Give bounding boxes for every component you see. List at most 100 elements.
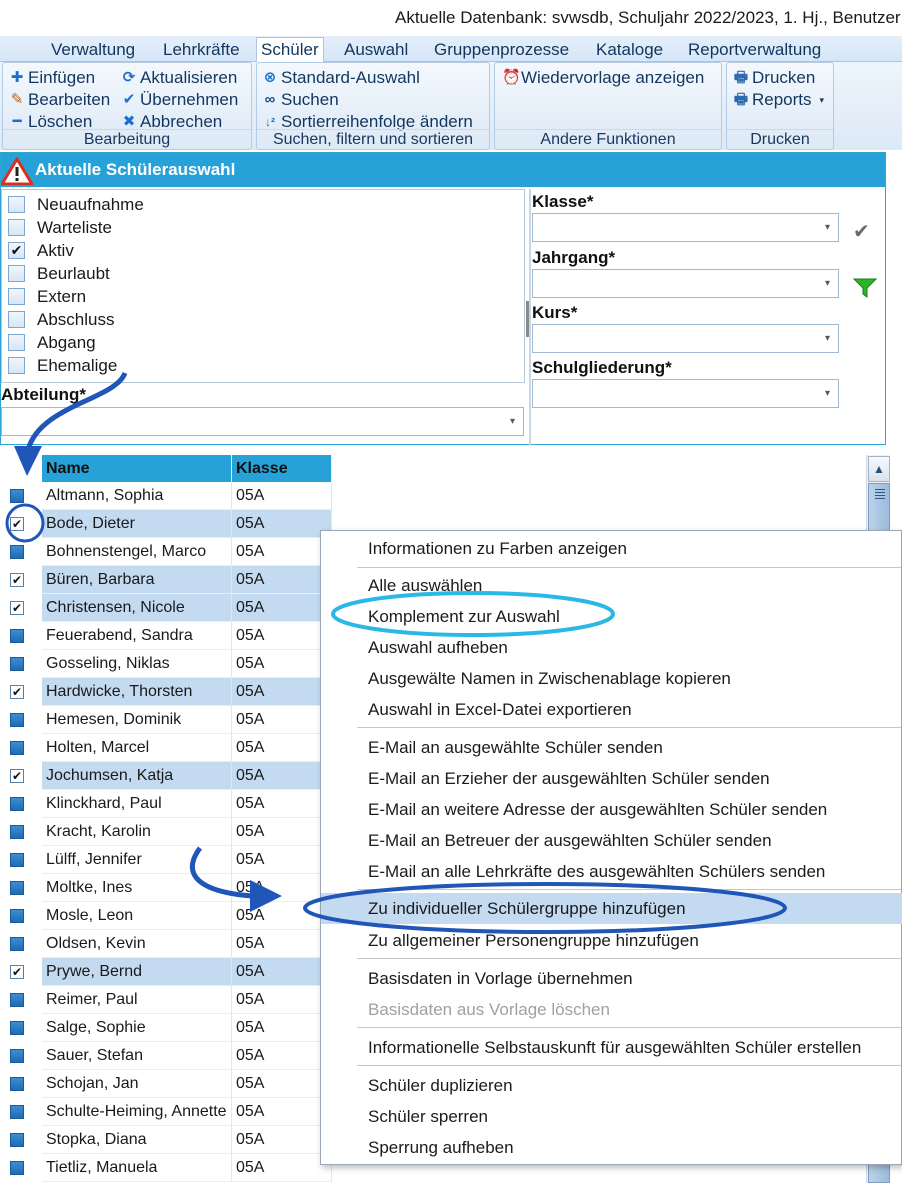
table-row[interactable]: Bohnenstengel, Marco 05A bbox=[0, 538, 332, 566]
table-row[interactable]: Klinckhard, Paul 05A bbox=[0, 790, 332, 818]
cell-name[interactable]: Salge, Sophie bbox=[42, 1014, 232, 1042]
row-checkbox[interactable] bbox=[10, 1133, 24, 1147]
einfuegen-button[interactable]: ✚ Einfügen bbox=[9, 67, 95, 89]
cell-klasse[interactable]: 05A bbox=[232, 678, 332, 706]
row-select-cell[interactable] bbox=[0, 538, 42, 566]
row-select-cell[interactable]: ✔ bbox=[0, 566, 42, 594]
table-row[interactable]: Hemesen, Dominik 05A bbox=[0, 706, 332, 734]
row-select-cell[interactable] bbox=[0, 650, 42, 678]
checkbox[interactable] bbox=[8, 357, 25, 374]
row-select-cell[interactable] bbox=[0, 902, 42, 930]
cell-name[interactable]: Kracht, Karolin bbox=[42, 818, 232, 846]
menu-item-zwischenablage[interactable]: Ausgewälte Namen in Zwischenablage kopie… bbox=[321, 663, 902, 694]
menu-item-alle-auswaehlen[interactable]: Alle auswählen bbox=[321, 570, 902, 601]
cell-klasse[interactable]: 05A bbox=[232, 1070, 332, 1098]
cell-name[interactable]: Mosle, Leon bbox=[42, 902, 232, 930]
table-row[interactable]: ✔ Büren, Barbara 05A bbox=[0, 566, 332, 594]
cell-klasse[interactable]: 05A bbox=[232, 510, 332, 538]
menu-item-excel-export[interactable]: Auswahl in Excel-Datei exportieren bbox=[321, 694, 902, 725]
cell-name[interactable]: Prywe, Bernd bbox=[42, 958, 232, 986]
table-row[interactable]: Schulte-Heiming, Annette 05A bbox=[0, 1098, 332, 1126]
cell-name[interactable]: Gosseling, Niklas bbox=[42, 650, 232, 678]
scroll-up-arrow-icon[interactable]: ▲ bbox=[868, 456, 890, 482]
cell-name[interactable]: Feuerabend, Sandra bbox=[42, 622, 232, 650]
menu-item-komplement[interactable]: Komplement zur Auswahl bbox=[321, 601, 902, 632]
cell-klasse[interactable]: 05A bbox=[232, 650, 332, 678]
status-ehemalige[interactable]: Ehemalige bbox=[8, 354, 117, 377]
table-row[interactable]: Lülff, Jennifer 05A bbox=[0, 846, 332, 874]
row-select-cell[interactable] bbox=[0, 706, 42, 734]
cell-klasse[interactable]: 05A bbox=[232, 986, 332, 1014]
jahrgang-combo[interactable]: ▾ bbox=[532, 269, 839, 298]
cell-name[interactable]: Bode, Dieter bbox=[42, 510, 232, 538]
checkbox[interactable] bbox=[8, 196, 25, 213]
table-row[interactable]: Schojan, Jan 05A bbox=[0, 1070, 332, 1098]
row-checkbox[interactable] bbox=[10, 881, 24, 895]
cell-klasse[interactable]: 05A bbox=[232, 930, 332, 958]
status-abschluss[interactable]: Abschluss bbox=[8, 308, 114, 331]
menu-item-basisdaten-uebernehmen[interactable]: Basisdaten in Vorlage übernehmen bbox=[321, 963, 902, 994]
table-row[interactable]: ✔ Jochumsen, Katja 05A bbox=[0, 762, 332, 790]
row-select-cell[interactable] bbox=[0, 734, 42, 762]
row-checkbox[interactable] bbox=[10, 1021, 24, 1035]
cell-name[interactable]: Hemesen, Dominik bbox=[42, 706, 232, 734]
row-select-cell[interactable]: ✔ ▶ bbox=[0, 510, 42, 538]
row-select-cell[interactable] bbox=[0, 818, 42, 846]
table-row[interactable]: ✔ Hardwicke, Thorsten 05A bbox=[0, 678, 332, 706]
row-checkbox[interactable] bbox=[10, 489, 24, 503]
row-checkbox[interactable] bbox=[10, 545, 24, 559]
row-select-cell[interactable] bbox=[0, 790, 42, 818]
cell-klasse[interactable]: 05A bbox=[232, 762, 332, 790]
row-select-cell[interactable] bbox=[0, 930, 42, 958]
reports-button[interactable]: 🖶 Reports ▾ bbox=[733, 89, 824, 111]
menu-item-sperren[interactable]: Schüler sperren bbox=[321, 1101, 902, 1132]
cell-klasse[interactable]: 05A bbox=[232, 482, 332, 510]
table-row[interactable]: Feuerabend, Sandra 05A bbox=[0, 622, 332, 650]
cell-klasse[interactable]: 05A bbox=[232, 566, 332, 594]
checkbox[interactable] bbox=[8, 219, 25, 236]
tab-auswahl[interactable]: Auswahl bbox=[340, 38, 412, 62]
status-aktiv[interactable]: ✔ Aktiv bbox=[8, 239, 74, 262]
menu-item-selbstauskunft[interactable]: Informationelle Selbstauskunft für ausge… bbox=[321, 1032, 902, 1063]
cell-name[interactable]: Hardwicke, Thorsten bbox=[42, 678, 232, 706]
cell-klasse[interactable]: 05A bbox=[232, 958, 332, 986]
row-select-cell[interactable] bbox=[0, 1154, 42, 1182]
klasse-combo[interactable]: ▾ bbox=[532, 213, 839, 242]
status-warteliste[interactable]: Warteliste bbox=[8, 216, 112, 239]
cell-klasse[interactable]: 05A bbox=[232, 1098, 332, 1126]
suchen-button[interactable]: ∞ Suchen bbox=[262, 89, 339, 111]
table-row[interactable]: ✔ Prywe, Bernd 05A bbox=[0, 958, 332, 986]
row-checkbox[interactable] bbox=[10, 1161, 24, 1175]
row-checkbox[interactable] bbox=[10, 853, 24, 867]
status-extern[interactable]: Extern bbox=[8, 285, 86, 308]
row-select-cell[interactable] bbox=[0, 846, 42, 874]
bearbeiten-button[interactable]: ✎ Bearbeiten bbox=[9, 89, 111, 111]
cell-name[interactable]: Klinckhard, Paul bbox=[42, 790, 232, 818]
row-checkbox-checked[interactable]: ✔ bbox=[10, 685, 24, 699]
cell-klasse[interactable]: 05A bbox=[232, 846, 332, 874]
tab-reportverwaltung[interactable]: Reportverwaltung bbox=[684, 38, 825, 62]
row-checkbox-checked[interactable]: ✔ bbox=[10, 601, 24, 615]
menu-item-individuelle-gruppe[interactable]: Zu individueller Schülergruppe hinzufüge… bbox=[321, 893, 902, 924]
checkbox[interactable] bbox=[8, 311, 25, 328]
row-checkbox-checked[interactable]: ✔ bbox=[10, 965, 24, 979]
row-checkbox[interactable] bbox=[10, 909, 24, 923]
row-select-cell[interactable]: ✔ bbox=[0, 594, 42, 622]
menu-item-duplizieren[interactable]: Schüler duplizieren bbox=[321, 1070, 902, 1101]
row-checkbox[interactable] bbox=[10, 937, 24, 951]
cell-klasse[interactable]: 05A bbox=[232, 818, 332, 846]
cell-name[interactable]: Bohnenstengel, Marco bbox=[42, 538, 232, 566]
row-select-cell[interactable] bbox=[0, 1126, 42, 1154]
table-row[interactable]: Reimer, Paul 05A bbox=[0, 986, 332, 1014]
row-checkbox-checked[interactable]: ✔ bbox=[10, 517, 24, 531]
apply-checkmark-icon[interactable]: ✔ bbox=[853, 219, 870, 244]
row-select-cell[interactable] bbox=[0, 1042, 42, 1070]
row-select-cell[interactable] bbox=[0, 482, 42, 510]
cell-name[interactable]: Altmann, Sophia bbox=[42, 482, 232, 510]
menu-item-email-betreuer[interactable]: E-Mail an Betreuer der ausgewählten Schü… bbox=[321, 825, 902, 856]
cell-name[interactable]: Christensen, Nicole bbox=[42, 594, 232, 622]
row-checkbox[interactable] bbox=[10, 629, 24, 643]
tab-verwaltung[interactable]: Verwaltung bbox=[47, 38, 139, 62]
table-row[interactable]: Holten, Marcel 05A bbox=[0, 734, 332, 762]
cell-name[interactable]: Jochumsen, Katja bbox=[42, 762, 232, 790]
